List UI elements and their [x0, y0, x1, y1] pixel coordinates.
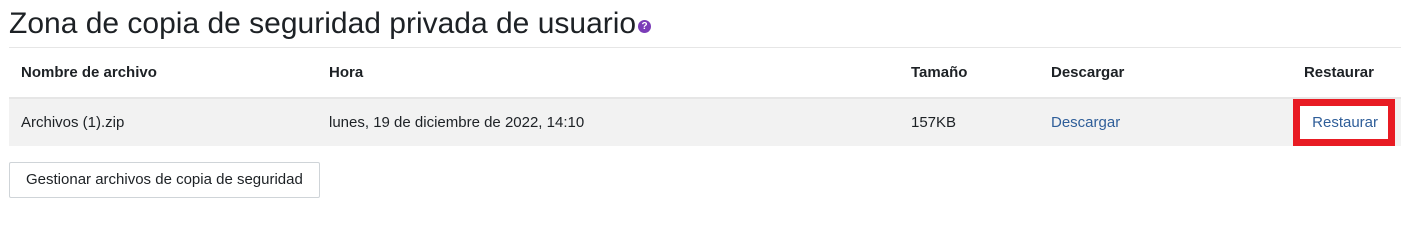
- question-circle-icon[interactable]: ?: [638, 20, 652, 33]
- header-download: Descargar: [1051, 63, 1125, 81]
- table-header-row: Nombre de archivo Hora Tamaño Descargar …: [9, 47, 1401, 98]
- table-header: Nombre de archivo Hora Tamaño Descargar …: [9, 47, 1401, 98]
- backup-files-table: Nombre de archivo Hora Tamaño Descargar …: [9, 47, 1401, 146]
- header-restore: Restaurar: [1303, 63, 1374, 81]
- backup-files-table-container: Nombre de archivo Hora Tamaño Descargar …: [9, 47, 1401, 146]
- cell-time: lunes, 19 de diciembre de 2022, 14:10: [329, 113, 585, 131]
- cell-filename: Archivos (1).zip: [21, 113, 125, 131]
- header-filename: Nombre de archivo: [21, 63, 157, 81]
- cell-restore: Restaurar: [1215, 98, 1401, 146]
- download-link[interactable]: Descargar: [1051, 114, 1120, 131]
- page-title: Zona de copia de seguridad privada de us…: [9, 2, 652, 46]
- cell-size: 157KB: [911, 113, 957, 131]
- restore-button[interactable]: Restaurar: [1300, 105, 1388, 139]
- cell-download: Descargar: [1039, 98, 1215, 146]
- header-size: Tamaño: [911, 63, 968, 81]
- restore-highlight-box: Restaurar: [1293, 98, 1395, 146]
- header-time: Hora: [329, 63, 364, 81]
- manage-backup-files-button[interactable]: Gestionar archivos de copia de seguridad: [9, 162, 320, 198]
- table-body: Archivos (1).zip lunes, 19 de diciembre …: [9, 97, 1401, 146]
- table-row: Archivos (1).zip lunes, 19 de diciembre …: [9, 97, 1401, 146]
- page-title-text: Zona de copia de seguridad privada de us…: [9, 7, 637, 40]
